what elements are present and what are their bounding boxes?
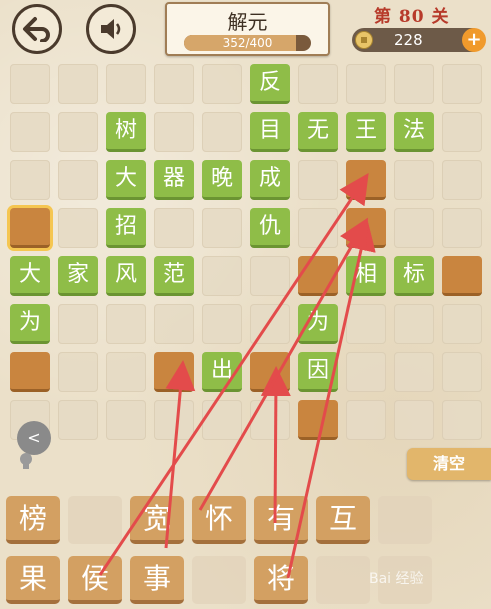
watermark: Bai 经验 xyxy=(369,571,424,587)
arrow-you-to-slot xyxy=(260,366,291,524)
arrow-huai-to-slot xyxy=(198,217,368,511)
arrow-hou-to-slot xyxy=(98,173,369,576)
arrow-jiang-to-slot xyxy=(286,220,376,579)
annotation-arrows xyxy=(98,173,376,579)
arrow-shi-to-slot xyxy=(164,360,196,549)
